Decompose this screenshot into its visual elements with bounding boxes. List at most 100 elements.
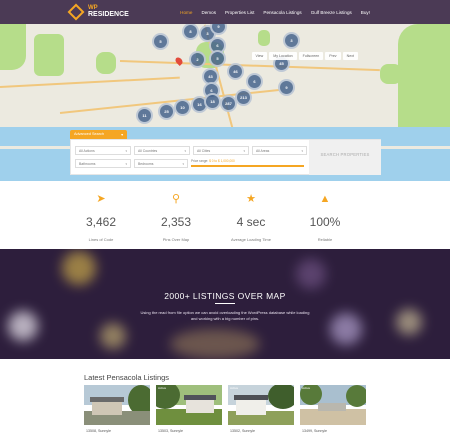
- banner-title: 2000+ LISTINGS OVER MAP: [164, 291, 286, 301]
- site-logo[interactable]: WP RESIDENCE: [67, 3, 129, 20]
- caret-icon: ▾: [182, 162, 184, 166]
- listing-caption: 13502, Sunnyle: [230, 429, 255, 433]
- map-park-area: [34, 34, 64, 76]
- map-cluster-marker[interactable]: 213: [235, 89, 252, 106]
- country-select[interactable]: All Countries ▾: [134, 146, 190, 155]
- bokeh-light: [396, 309, 422, 335]
- star-icon: ★: [246, 193, 256, 205]
- map-park-area: [258, 30, 270, 46]
- nav-item-home[interactable]: Home: [180, 10, 192, 15]
- banner-divider: [215, 303, 235, 304]
- chevron-down-icon: ▾: [121, 133, 123, 137]
- map-view-button[interactable]: View: [251, 52, 268, 60]
- bedrooms-select[interactable]: Bedrooms ▾: [134, 159, 188, 168]
- map-pin-icon: ⚲: [171, 193, 181, 205]
- map-peninsula: [250, 109, 310, 123]
- logo-line-2: RESIDENCE: [88, 11, 129, 18]
- prev-button[interactable]: Prev: [325, 52, 341, 60]
- stat-label: Average Loading Time: [231, 237, 271, 242]
- paper-plane-icon: ➤: [96, 193, 106, 205]
- caret-icon: ▾: [301, 149, 303, 153]
- map-cluster-marker[interactable]: 2: [189, 51, 206, 68]
- bokeh-light: [296, 259, 326, 289]
- caret-icon: ▾: [184, 149, 186, 153]
- action-select-value: All Actions: [79, 149, 95, 153]
- map-controls: View My Location Fullscreen Prev Next: [251, 52, 358, 60]
- caret-icon: ▾: [125, 162, 127, 166]
- bathrooms-select[interactable]: Bathrooms ▾: [75, 159, 131, 168]
- bokeh-light: [330, 313, 362, 345]
- price-range-value: $ 0 to $ 1,000,000: [209, 159, 235, 163]
- nav-item-gulf-breeze-listings[interactable]: Gulf Breeze Listings: [311, 10, 352, 15]
- nav-item-pensacola-listings[interactable]: Pensacola Listings: [263, 10, 301, 15]
- price-range-slider[interactable]: [191, 165, 304, 167]
- nav-item-demos[interactable]: Demos: [201, 10, 216, 15]
- area-select-value: All Areas: [256, 149, 270, 153]
- map-cluster-marker[interactable]: 25: [158, 103, 175, 120]
- caret-icon: ▾: [243, 149, 245, 153]
- stats-section: ➤ 3,462 Lines of Code ⚲ 2,353 Pins Over …: [0, 181, 450, 249]
- advanced-search-panel: All Actions ▾ All Countries ▾ All Cities ▾ …: [70, 139, 381, 175]
- listing-status-badge: Active: [158, 386, 167, 390]
- city-select-value: All Cities: [197, 149, 211, 153]
- listing-photo: Active: [300, 385, 366, 425]
- map-cluster-marker[interactable]: 6: [246, 73, 263, 90]
- map-cluster-marker[interactable]: 11: [136, 107, 153, 124]
- listing-status-badge: Active: [302, 386, 311, 390]
- listing-status-badge: Active: [230, 386, 239, 390]
- area-select[interactable]: All Areas ▾: [252, 146, 307, 155]
- top-navigation-bar: WP RESIDENCE Home Demos Properties List …: [0, 0, 450, 24]
- listing-card[interactable]: Active 13502, Sunnyle: [228, 385, 294, 435]
- bokeh-light: [62, 251, 96, 285]
- stat-reliable: ▲ 100% Reliable: [290, 193, 360, 242]
- listing-photo: Active: [228, 385, 294, 425]
- stat-value: 3,462: [85, 215, 117, 229]
- bathrooms-select-value: Bathrooms: [79, 162, 96, 166]
- map-cluster-marker[interactable]: 5: [209, 50, 226, 67]
- bokeh-light: [170, 329, 260, 359]
- city-select[interactable]: All Cities ▾: [193, 146, 249, 155]
- map-cluster-marker[interactable]: 9: [278, 79, 295, 96]
- stat-value: 2,353: [160, 215, 192, 229]
- caret-icon: ▾: [125, 149, 127, 153]
- stat-label: Lines of Code: [88, 237, 114, 242]
- stat-lines-of-code: ➤ 3,462 Lines of Code: [66, 193, 136, 242]
- stat-loading-time: ★ 4 sec Average Loading Time: [216, 193, 286, 242]
- latest-listings-section: Latest Pensacola Listings 13508, Sunnyle…: [0, 359, 450, 435]
- map-cluster-marker[interactable]: 46: [227, 63, 244, 80]
- banner-text: Using the read from file option we can a…: [140, 310, 310, 321]
- map-cluster-marker[interactable]: 5: [152, 33, 169, 50]
- listing-caption: 13508, Sunnyle: [86, 429, 111, 433]
- latest-listings-title: Latest Pensacola Listings: [84, 373, 170, 382]
- price-range-label: Price range: $ 0 to $ 1,000,000: [191, 159, 235, 163]
- map-cluster-marker[interactable]: 10: [174, 99, 191, 116]
- price-range-caption: Price range:: [191, 159, 209, 163]
- stat-value: 100%: [309, 215, 341, 229]
- action-select[interactable]: All Actions ▾: [75, 146, 131, 155]
- stat-label: Pins Over Map: [162, 237, 190, 242]
- listing-photo: Active: [156, 385, 222, 425]
- listing-card[interactable]: Active 13499, Sunnyle: [300, 385, 366, 435]
- map-cluster-marker[interactable]: 18: [204, 93, 221, 110]
- map-park-area: [96, 52, 116, 74]
- bokeh-light: [8, 311, 38, 341]
- map-park-area: [0, 24, 26, 70]
- advanced-search-tab[interactable]: Advanced Search ▾: [70, 130, 127, 139]
- stat-value: 4 sec: [236, 215, 266, 229]
- listing-card[interactable]: Active 13503, Sunnyle: [156, 385, 222, 435]
- search-properties-button[interactable]: SEARCH PROPERTIES: [309, 140, 381, 175]
- nav-item-buy[interactable]: Buy!: [361, 10, 370, 15]
- map-cluster-marker[interactable]: 3: [283, 32, 300, 49]
- nav-item-properties-list[interactable]: Properties List: [225, 10, 254, 15]
- logo-diamond-icon: [67, 3, 85, 20]
- bokeh-light: [100, 323, 126, 349]
- listing-caption: 13499, Sunnyle: [302, 429, 327, 433]
- main-menu: Home Demos Properties List Pensacola Lis…: [180, 0, 370, 24]
- listing-card[interactable]: 13508, Sunnyle: [84, 385, 150, 435]
- fullscreen-button[interactable]: Fullscreen: [298, 52, 324, 60]
- listing-caption: 13503, Sunnyle: [158, 429, 183, 433]
- thumbs-up-icon: ▲: [319, 193, 331, 205]
- advanced-search-label: Advanced Search: [74, 132, 104, 136]
- my-location-button[interactable]: My Location: [269, 52, 297, 60]
- next-button[interactable]: Next: [342, 52, 358, 60]
